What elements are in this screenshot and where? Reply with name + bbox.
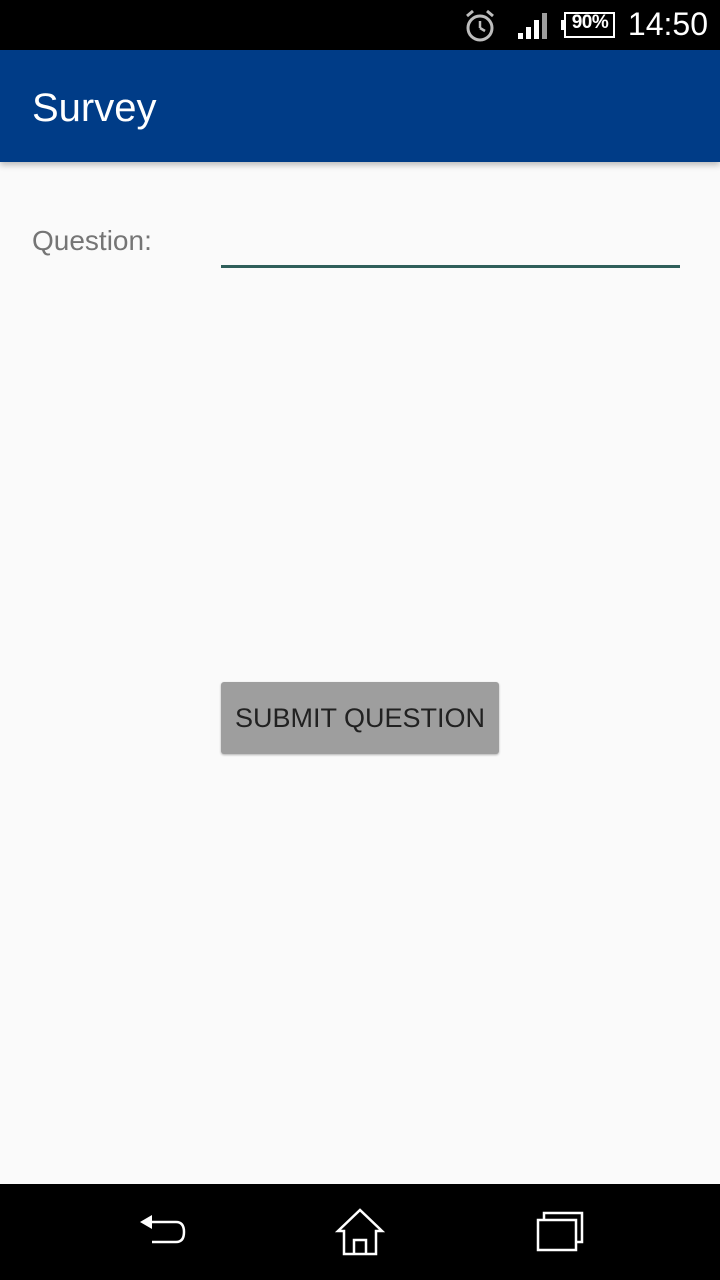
back-icon[interactable] [132,1206,188,1258]
question-label: Question: [32,225,152,256]
app-bar: Survey [0,50,720,162]
page-title: Survey [32,86,157,130]
status-bar: 90% 14:50 [0,0,720,50]
submit-question-button[interactable]: SUBMIT QUESTION [221,682,499,754]
question-input[interactable] [221,216,680,268]
home-icon[interactable] [332,1206,388,1258]
navigation-bar [0,1184,720,1280]
status-time: 14:50 [627,6,708,42]
battery-level: 90% [571,12,609,33]
signal-icon [518,13,547,39]
alarm-icon [466,9,494,42]
survey-form: Question: SUBMIT QUESTION [0,162,720,1184]
recent-apps-icon[interactable] [532,1206,588,1258]
